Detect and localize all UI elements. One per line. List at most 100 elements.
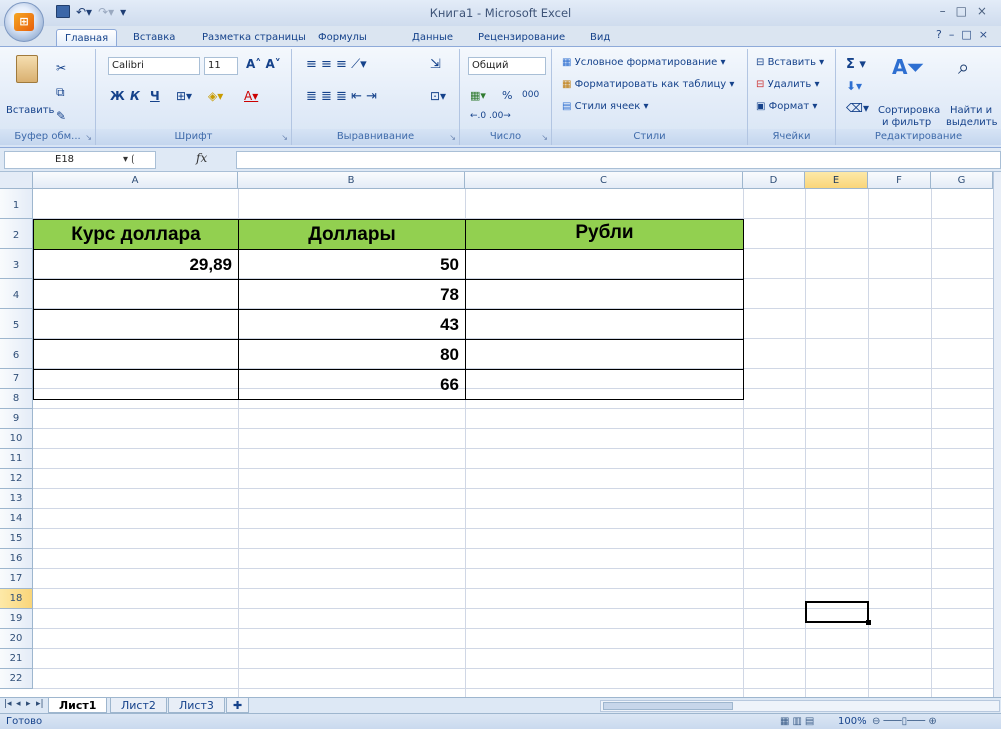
cell-c1[interactable]: Рубли <box>465 219 744 250</box>
tab-home[interactable]: Главная <box>56 29 118 46</box>
worksheet-grid[interactable]: A B C D E F G 1 2 3 4 5 6 7 8 9 10 11 12 13 14 15 16 17 1… <box>0 172 1001 697</box>
sheet-tab-3[interactable]: Лист3 <box>168 698 225 713</box>
row-header-15[interactable]: 15 <box>0 529 33 549</box>
thousands-button[interactable]: 000 <box>522 90 539 100</box>
copy-icon[interactable]: ⧉ <box>56 85 65 100</box>
row-header-3[interactable]: 3 <box>0 249 33 279</box>
top-align-icon[interactable]: ≡ ≡ ≡ ⟋▾ <box>306 57 367 72</box>
row-header-19[interactable]: 19 <box>0 609 33 629</box>
zoom-level[interactable]: 100% <box>838 716 867 727</box>
name-box-dropdown-icon[interactable]: ▾ ⟮ <box>123 152 135 168</box>
find-select-button-line2[interactable]: выделить <box>946 117 997 128</box>
fill-handle[interactable] <box>866 620 871 625</box>
row-header-16[interactable]: 16 <box>0 549 33 569</box>
cell-c5[interactable] <box>465 339 744 370</box>
cell-c4[interactable] <box>465 309 744 340</box>
tab-data[interactable]: Данные <box>412 29 453 46</box>
row-header-9[interactable]: 9 <box>0 409 33 429</box>
clear-icon[interactable]: ⌫▾ <box>846 101 869 115</box>
view-buttons-icon[interactable]: ▦▥▤ <box>780 716 817 727</box>
paste-button[interactable]: Вставить <box>6 105 54 116</box>
cell-b6[interactable]: 66 <box>238 369 466 400</box>
office-button[interactable]: ⊞ <box>4 2 44 42</box>
row-header-21[interactable]: 21 <box>0 649 33 669</box>
cell-c3[interactable] <box>465 279 744 310</box>
help-icon[interactable]: ?–□× <box>936 28 995 41</box>
underline-icon[interactable]: Ч <box>150 89 160 103</box>
scroll-thumb[interactable] <box>603 702 733 710</box>
cell-a3[interactable] <box>33 279 239 310</box>
cell-a4[interactable] <box>33 309 239 340</box>
clipboard-launcher-icon[interactable]: ↘ <box>85 133 92 142</box>
cell-b3[interactable]: 78 <box>238 279 466 310</box>
fill-icon[interactable]: ⬇▾ <box>846 79 862 93</box>
insert-cells-button[interactable]: ⊟ Вставить ▾ <box>756 57 824 68</box>
delete-cells-button[interactable]: ⊟ Удалить ▾ <box>756 79 820 90</box>
cell-styles-button[interactable]: ▤ Стили ячеек ▾ <box>562 101 649 112</box>
tab-page-layout[interactable]: Разметка страницы <box>202 29 306 46</box>
sort-filter-button[interactable]: Сортировка <box>878 105 940 116</box>
find-select-icon[interactable]: ⌕ <box>958 55 969 79</box>
paste-icon[interactable] <box>16 55 38 83</box>
row-header-11[interactable]: 11 <box>0 449 33 469</box>
cell-a6[interactable] <box>33 369 239 400</box>
find-select-button[interactable]: Найти и <box>950 105 992 116</box>
left-align-icon[interactable]: ≣ ≣ ≣ ⇤ ⇥ <box>306 89 377 104</box>
conditional-formatting-button[interactable]: ▦ Условное форматирование ▾ <box>562 57 726 68</box>
cell-c2[interactable] <box>465 249 744 280</box>
cell-b1[interactable]: Доллары <box>238 219 466 250</box>
merge-icon[interactable]: ⊡▾ <box>430 89 446 103</box>
column-header-g[interactable]: G <box>931 172 993 189</box>
row-header-5[interactable]: 5 <box>0 309 33 339</box>
cell-b5[interactable]: 80 <box>238 339 466 370</box>
cell-b2[interactable]: 50 <box>238 249 466 280</box>
borders-icon[interactable]: ⊞▾ <box>176 89 192 103</box>
column-header-a[interactable]: A <box>33 172 238 189</box>
format-cells-button[interactable]: ▣ Формат ▾ <box>756 101 817 112</box>
tab-insert[interactable]: Вставка <box>133 29 175 46</box>
row-header-14[interactable]: 14 <box>0 509 33 529</box>
bold-icon[interactable]: Ж <box>110 89 125 103</box>
sheet-tab-1[interactable]: Лист1 <box>48 698 108 713</box>
number-launcher-icon[interactable]: ↘ <box>541 133 548 142</box>
row-header-7[interactable]: 7 <box>0 369 33 389</box>
row-header-1[interactable]: 1 <box>0 189 33 219</box>
vertical-scrollbar[interactable] <box>993 172 1001 697</box>
font-launcher-icon[interactable]: ↘ <box>281 133 288 142</box>
row-header-2[interactable]: 2 <box>0 219 33 249</box>
number-format-select[interactable]: Общий <box>468 57 546 75</box>
row-header-13[interactable]: 13 <box>0 489 33 509</box>
column-header-b[interactable]: B <box>238 172 465 189</box>
formula-input[interactable] <box>236 151 1001 169</box>
tab-review[interactable]: Рецензирование <box>478 29 565 46</box>
format-painter-icon[interactable]: ✎ <box>56 109 66 123</box>
sheet-nav-last-icon[interactable]: ▸| <box>36 699 44 709</box>
row-header-17[interactable]: 17 <box>0 569 33 589</box>
font-color-icon[interactable]: A▾ <box>244 89 258 103</box>
cell-a1[interactable]: Курс доллара <box>33 219 239 250</box>
cut-icon[interactable]: ✂ <box>56 61 66 75</box>
tab-view[interactable]: Вид <box>590 29 610 46</box>
sort-filter-icon[interactable]: A⏷ <box>892 55 923 79</box>
horizontal-scrollbar[interactable] <box>600 700 1000 712</box>
percent-button[interactable]: % <box>502 89 512 102</box>
insert-function-icon[interactable]: fx <box>196 151 207 165</box>
column-header-c[interactable]: C <box>465 172 743 189</box>
cell-c6[interactable] <box>465 369 744 400</box>
decimal-icon[interactable]: ←.0 .00→ <box>470 111 511 121</box>
currency-icon[interactable]: ▦▾ <box>470 89 486 102</box>
name-box[interactable]: E18 ▾ ⟮ <box>4 151 156 169</box>
font-name-input[interactable]: Calibri <box>108 57 200 75</box>
sheet-nav-next-icon[interactable]: ▸ <box>26 699 31 709</box>
cell-a5[interactable] <box>33 339 239 370</box>
tab-formulas[interactable]: Формулы <box>318 29 367 46</box>
grow-font-icon[interactable]: A˄ A˅ <box>246 57 281 71</box>
fill-color-icon[interactable]: ◈▾ <box>208 89 223 103</box>
insert-sheet-icon[interactable]: ✚ <box>226 698 250 713</box>
format-as-table-button[interactable]: ▦ Форматировать как таблицу ▾ <box>562 79 734 90</box>
column-header-e[interactable]: E <box>805 172 868 189</box>
active-cell-e18[interactable] <box>805 601 869 623</box>
font-size-input[interactable]: 11 <box>204 57 238 75</box>
row-header-10[interactable]: 10 <box>0 429 33 449</box>
italic-icon[interactable]: К <box>130 89 140 103</box>
